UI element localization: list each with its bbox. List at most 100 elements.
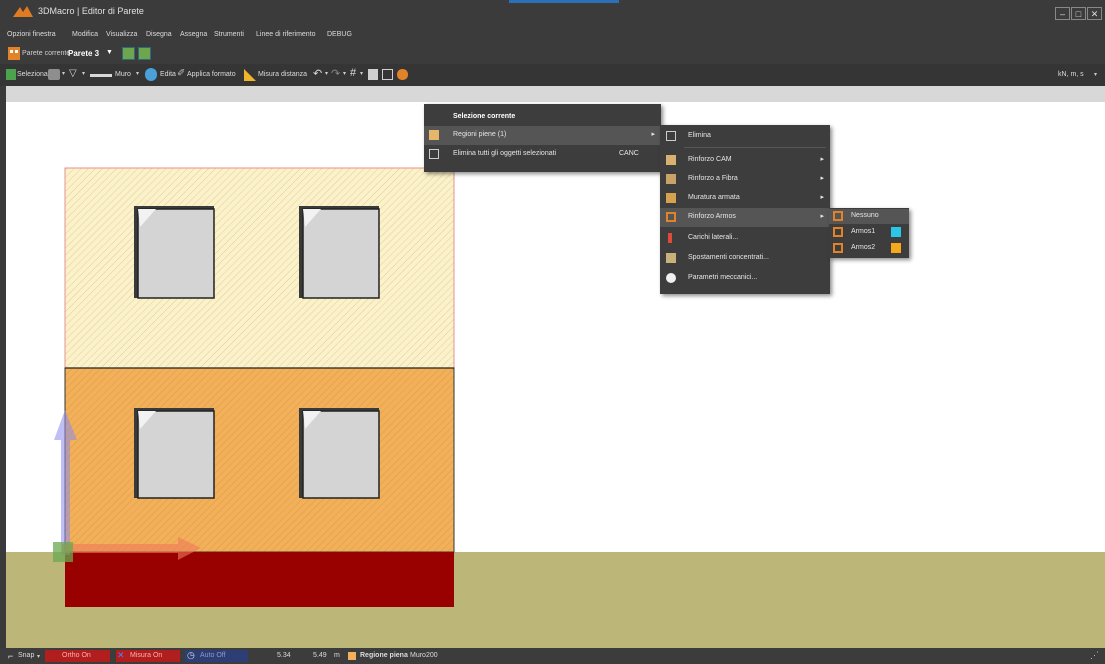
menu-assegna[interactable]: Assegna bbox=[180, 31, 207, 38]
menu-item-rinforzo-armos[interactable]: Rinforzo Armos ▸ bbox=[660, 208, 830, 227]
chevron-down-icon[interactable]: ▾ bbox=[360, 70, 363, 77]
undo-icon[interactable]: ↶ bbox=[313, 67, 322, 80]
trash-icon bbox=[666, 131, 676, 141]
menu-item-nessuno[interactable]: Nessuno bbox=[829, 209, 909, 224]
view-icon[interactable] bbox=[48, 69, 60, 80]
next-wall-icon[interactable] bbox=[138, 47, 151, 60]
menu-item-carichi-laterali[interactable]: Carichi laterali... bbox=[660, 229, 830, 248]
menu-item-label: Elimina bbox=[688, 132, 711, 139]
canvas-ruler-strip bbox=[6, 86, 1105, 102]
region-type: Regione piena bbox=[360, 652, 408, 659]
wall-drawing[interactable] bbox=[6, 102, 1105, 648]
chevron-down-icon[interactable]: ▾ bbox=[1094, 71, 1097, 78]
chevron-right-icon: ▸ bbox=[820, 194, 824, 201]
menu-item-spostamenti[interactable]: Spostamenti concentrati... bbox=[660, 249, 830, 268]
coord-unit: m bbox=[334, 652, 340, 659]
chevron-down-icon[interactable]: ▾ bbox=[136, 70, 139, 77]
ortho-toggle[interactable]: Ortho On bbox=[62, 652, 91, 659]
chevron-down-icon[interactable]: ▾ bbox=[82, 70, 85, 77]
cam-icon bbox=[666, 155, 676, 165]
previous-wall-icon[interactable] bbox=[122, 47, 135, 60]
snap-icon: ⌐ bbox=[8, 651, 14, 661]
chevron-right-icon: ▸ bbox=[820, 175, 824, 182]
menu-debug[interactable]: DEBUG bbox=[327, 31, 352, 38]
context-menu-header-label: Selezione corrente bbox=[453, 113, 516, 120]
menu-strumenti[interactable]: Strumenti bbox=[214, 31, 244, 38]
masonry-icon bbox=[666, 193, 676, 203]
menu-item-elimina-tutti[interactable]: Elimina tutti gli oggetti selezionati CA… bbox=[424, 145, 661, 164]
select-icon bbox=[6, 69, 16, 80]
chevron-down-icon[interactable]: ▾ bbox=[325, 70, 328, 77]
armos2-color-swatch bbox=[891, 243, 901, 253]
wall-selector-bar: Parete corrente Parete 3 ▼ bbox=[0, 44, 1105, 64]
wall-selector-value[interactable]: Parete 3 bbox=[68, 49, 99, 58]
minimize-button[interactable]: – bbox=[1055, 7, 1070, 20]
armos-submenu: Nessuno Armos1 Armos2 bbox=[829, 208, 909, 258]
menu-item-armos1[interactable]: Armos1 bbox=[829, 225, 909, 240]
menu-item-label: Parametri meccanici... bbox=[688, 274, 758, 281]
context-menu-header: Selezione corrente bbox=[424, 108, 661, 127]
units-selector[interactable]: kN, m, s bbox=[1058, 71, 1084, 78]
chevron-down-icon[interactable]: ▾ bbox=[37, 653, 40, 660]
drawing-canvas[interactable] bbox=[6, 102, 1105, 648]
chevron-down-icon[interactable]: ▾ bbox=[343, 70, 346, 77]
menu-item-shortcut: CANC bbox=[619, 150, 639, 157]
muro-button[interactable]: Muro bbox=[115, 71, 131, 78]
region-icon bbox=[429, 130, 439, 140]
menu-visualizza[interactable]: Visualizza bbox=[106, 31, 137, 38]
menu-item-muratura-armata[interactable]: Muratura armata ▸ bbox=[660, 189, 830, 208]
app-logo-icon bbox=[13, 6, 33, 17]
misura-toggle[interactable]: Misura On bbox=[130, 652, 162, 659]
menu-item-regioni-piene[interactable]: Regioni piene (1) ▸ bbox=[424, 126, 661, 145]
upper-wall-region bbox=[64, 167, 455, 369]
trash-icon bbox=[429, 149, 439, 159]
status-bar: ⌐ Snap ▾ Ortho On ✕ Misura On ◷ Auto Off… bbox=[0, 648, 1105, 664]
armos-icon bbox=[833, 227, 843, 237]
menu-item-elimina[interactable]: Elimina bbox=[660, 127, 830, 146]
menu-item-label: Regioni piene (1) bbox=[453, 131, 507, 138]
armos-icon bbox=[833, 211, 843, 221]
grid-icon[interactable]: # bbox=[350, 67, 356, 79]
window-lower-left bbox=[134, 408, 215, 499]
frame-icon[interactable] bbox=[382, 69, 393, 80]
3d-view-icon[interactable] bbox=[397, 69, 408, 80]
menu-item-label: Carichi laterali... bbox=[688, 234, 739, 241]
displacement-icon bbox=[666, 253, 676, 263]
toolbar: Seleziona ▾ ▽ ▾ Muro ▾ Edita ✐ Applica f… bbox=[0, 64, 1105, 86]
chevron-down-icon[interactable]: ▾ bbox=[62, 70, 65, 77]
menu-item-rinforzo-fibra[interactable]: Rinforzo a Fibra ▸ bbox=[660, 170, 830, 189]
maximize-button[interactable]: □ bbox=[1071, 7, 1086, 20]
menu-item-label: Rinforzo CAM bbox=[688, 156, 732, 163]
redo-icon[interactable]: ↷ bbox=[331, 67, 340, 80]
armos-icon bbox=[833, 243, 843, 253]
auto-toggle[interactable]: Auto Off bbox=[200, 652, 226, 659]
menu-item-armos2[interactable]: Armos2 bbox=[829, 241, 909, 256]
window-upper-right bbox=[299, 206, 380, 299]
menu-item-label: Muratura armata bbox=[688, 194, 740, 201]
menu-opzioni-finestra[interactable]: Opzioni finestra bbox=[7, 31, 56, 38]
seleziona-button[interactable]: Seleziona bbox=[17, 71, 48, 78]
filter-icon[interactable]: ▽ bbox=[69, 68, 77, 79]
edita-button[interactable]: Edita bbox=[160, 71, 176, 78]
brush-icon: ✐ bbox=[177, 68, 186, 79]
menu-separator bbox=[684, 147, 826, 148]
chevron-right-icon: ▸ bbox=[820, 213, 824, 220]
menu-item-rinforzo-cam[interactable]: Rinforzo CAM ▸ bbox=[660, 151, 830, 170]
misura-distanza-button[interactable]: Misura distanza bbox=[258, 71, 307, 78]
snap-toggle[interactable]: Snap bbox=[18, 652, 34, 659]
layers-icon[interactable] bbox=[368, 69, 378, 80]
menu-disegna[interactable]: Disegna bbox=[146, 31, 172, 38]
fiber-icon bbox=[666, 174, 676, 184]
menu-linee-riferimento[interactable]: Linee di riferimento bbox=[256, 31, 316, 38]
applica-formato-button[interactable]: Applica formato bbox=[187, 71, 236, 78]
resize-grip-icon[interactable]: ⋰ bbox=[1090, 650, 1099, 661]
menu-item-parametri-meccanici[interactable]: Parametri meccanici... bbox=[660, 269, 830, 288]
region-name: Muro200 bbox=[410, 652, 438, 659]
coord-y: 5.49 bbox=[313, 652, 327, 659]
menu-item-label: Elimina tutti gli oggetti selezionati bbox=[453, 150, 557, 157]
chevron-down-icon[interactable]: ▼ bbox=[106, 49, 113, 56]
close-button[interactable]: ✕ bbox=[1087, 7, 1102, 20]
armos-icon bbox=[666, 212, 676, 222]
menu-modifica[interactable]: Modifica bbox=[72, 31, 98, 38]
region-color-icon bbox=[348, 652, 356, 660]
